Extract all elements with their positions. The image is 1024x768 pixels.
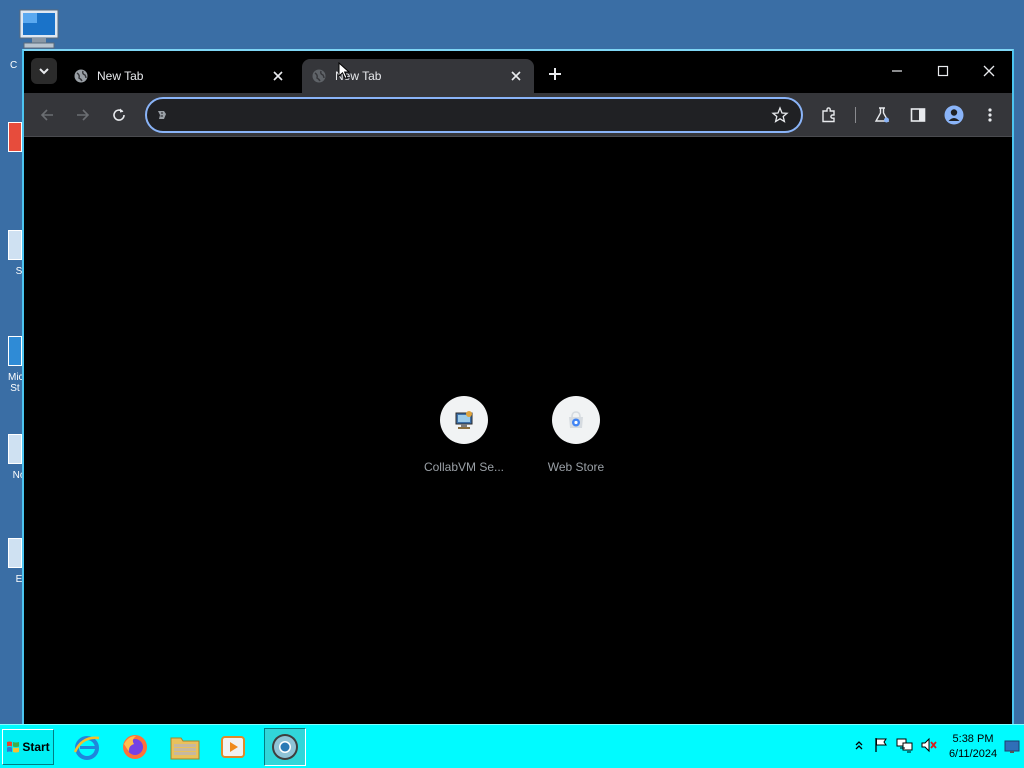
desktop-icon-computer[interactable]: C [10, 8, 64, 71]
site-info-icon [158, 111, 166, 119]
profile-button[interactable] [941, 102, 967, 128]
tab-1[interactable]: New Tab [64, 59, 296, 93]
close-icon [983, 65, 995, 77]
tab-close-button[interactable] [270, 68, 286, 84]
toolbar-separator [855, 107, 856, 123]
browser-menu-button[interactable] [977, 102, 1003, 128]
flask-icon [874, 107, 890, 123]
monitor-icon [1004, 740, 1020, 753]
tray-show-hidden[interactable] [849, 735, 869, 755]
desktop-icon-2[interactable] [8, 122, 22, 152]
taskbar: Start 5:38 PM 6/11/2024 [0, 724, 1024, 768]
profile-icon [944, 105, 964, 125]
kebab-menu-icon [988, 108, 992, 122]
desktop-icon-4[interactable]: Micr St [8, 336, 22, 394]
labs-button[interactable] [869, 102, 895, 128]
address-bar[interactable] [145, 97, 803, 133]
reload-icon [113, 108, 125, 121]
taskbar-clock[interactable]: 5:38 PM 6/11/2024 [944, 732, 1002, 762]
side-panel-icon [910, 108, 926, 122]
shortcut-name: Web Store [547, 460, 605, 474]
browser-window: New Tab New Tab CollabVM Se... Web Store [22, 49, 1014, 726]
tab-title: New Tab [335, 69, 382, 83]
windows-logo-icon [7, 741, 20, 753]
tray-network[interactable] [895, 735, 915, 755]
tab-2[interactable]: New Tab [302, 59, 534, 93]
reload-button[interactable] [106, 102, 132, 128]
computer-icon [16, 8, 62, 49]
desktop-shortcut-icon [8, 336, 22, 366]
start-button[interactable]: Start [2, 729, 54, 765]
address-input[interactable] [177, 105, 757, 125]
show-desktop-button[interactable] [1004, 739, 1020, 755]
desktop-icon-3[interactable]: S [8, 230, 22, 277]
taskbar-app-media-player[interactable] [212, 728, 254, 766]
taskbar-app-firefox[interactable] [114, 728, 156, 766]
collabvm-icon [455, 411, 473, 429]
desktop-shortcut-icon [8, 122, 22, 152]
web-store-icon [569, 411, 583, 428]
tray-action-center[interactable] [871, 735, 891, 755]
tab-strip: New Tab New Tab [24, 51, 1012, 93]
close-window-button[interactable] [966, 57, 1012, 85]
media-player-icon [221, 736, 245, 758]
chrome-icon [272, 734, 298, 760]
desktop-icon-6[interactable]: E [8, 538, 22, 585]
close-icon [273, 71, 283, 81]
taskbar-app-internet-explorer[interactable] [66, 728, 108, 766]
network-icon [896, 738, 913, 753]
minimize-icon [892, 70, 902, 72]
side-panel-button[interactable] [905, 102, 931, 128]
new-tab-page: CollabVM Se... Web Store [24, 137, 1012, 726]
tab-close-button[interactable] [508, 68, 524, 84]
chevron-down-icon [39, 68, 49, 75]
desktop-shortcut-icon [8, 434, 22, 464]
forward-button[interactable] [70, 102, 96, 128]
browser-toolbar [24, 93, 1012, 137]
new-tab-button[interactable] [544, 63, 566, 85]
plus-icon [549, 68, 561, 80]
tray-volume[interactable] [919, 735, 939, 755]
star-icon[interactable] [771, 106, 789, 124]
desktop-shortcut-icon [8, 538, 22, 568]
ie-icon [73, 736, 100, 760]
start-label: Start [22, 740, 50, 754]
maximize-icon [937, 65, 949, 77]
shortcut-tile[interactable] [440, 396, 488, 444]
tab-search-button[interactable] [31, 58, 57, 84]
shortcut-name: CollabVM Se... [423, 460, 505, 474]
shortcut-tile[interactable] [552, 396, 600, 444]
extensions-button[interactable] [816, 102, 842, 128]
desktop-shortcut-icon [8, 230, 22, 260]
flag-icon [875, 738, 887, 752]
back-button[interactable] [34, 102, 60, 128]
taskbar-app-file-explorer[interactable] [164, 728, 206, 766]
desktop-icon-label: Micr St [8, 372, 22, 394]
forward-arrow-icon [77, 109, 90, 121]
close-icon [511, 71, 521, 81]
shortcut-web-store[interactable]: Web Store [520, 396, 632, 474]
back-arrow-icon [40, 109, 53, 121]
puzzle-icon [822, 107, 835, 123]
firefox-icon [123, 735, 147, 759]
globe-icon [74, 69, 88, 83]
globe-icon [312, 69, 326, 83]
volume-muted-icon [921, 737, 937, 753]
taskbar-app-chrome[interactable] [264, 728, 306, 766]
mouse-cursor-icon [338, 62, 350, 80]
folder-icon [170, 737, 200, 760]
tab-title: New Tab [97, 69, 144, 83]
chevron-up-icon [855, 741, 863, 750]
clock-date: 6/11/2024 [948, 748, 998, 760]
minimize-button[interactable] [874, 57, 920, 85]
shortcut-collabvm[interactable]: CollabVM Se... [408, 396, 520, 474]
clock-time: 5:38 PM [952, 733, 994, 745]
maximize-button[interactable] [920, 57, 966, 85]
desktop-icon-5[interactable]: No [8, 434, 25, 481]
